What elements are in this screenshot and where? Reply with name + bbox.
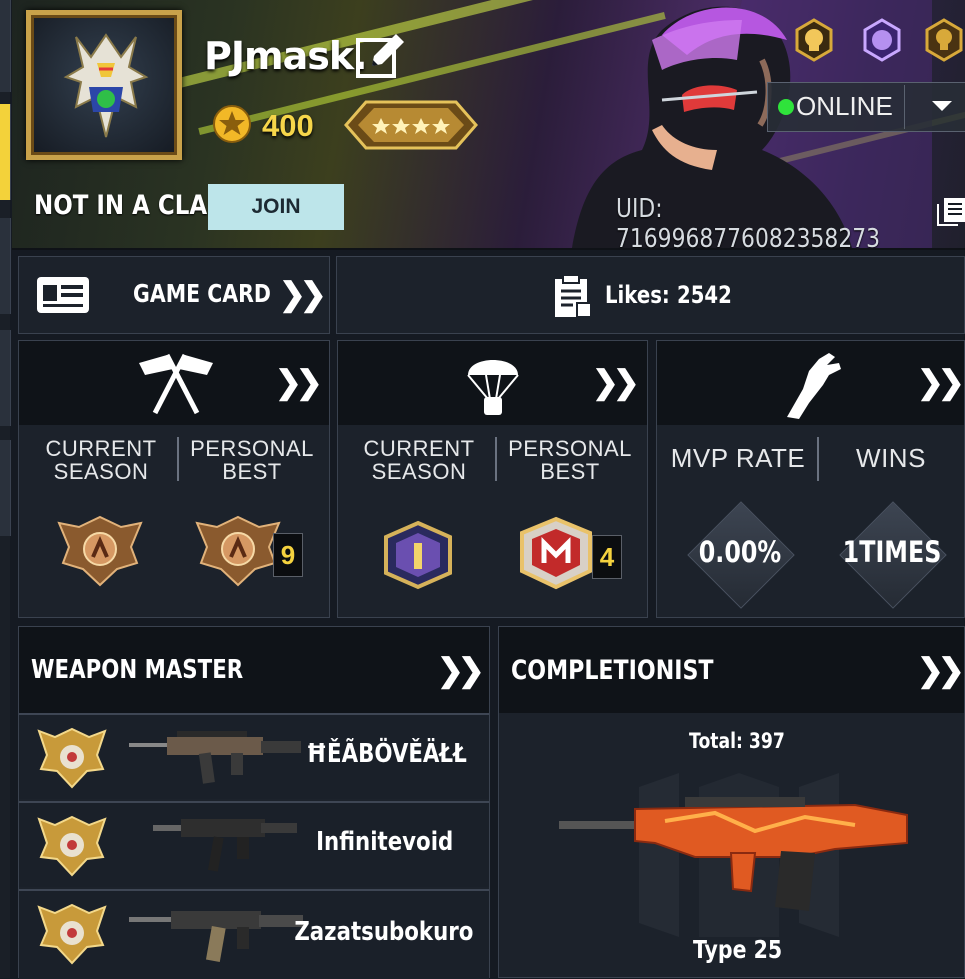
completionist-title: COMPLETIONIST (511, 655, 714, 686)
join-clan-button[interactable]: JOIN (208, 184, 344, 230)
best-rank-count: 4 (592, 535, 622, 579)
chevron-down-icon (932, 101, 952, 111)
mastery-badge-icon (37, 727, 107, 789)
wins-value: 1TIMES (842, 535, 942, 569)
best-rank-count: 9 (273, 533, 303, 577)
status-dropdown[interactable]: ONLINE (767, 82, 965, 132)
profile-header: PJmask. 400 NOT IN A CLAN JOIN UID: 7169… (12, 0, 965, 250)
battle-royale-rank-panel[interactable]: ❯❯ CURRENT SEASON PERSONAL BEST 4 (337, 340, 648, 618)
wins-label: WINS (856, 443, 926, 473)
weapon-master-player: Infinitevoid (315, 827, 453, 857)
list-item[interactable]: Zazatsubokuro (19, 889, 489, 979)
list-item[interactable]: Infinitevoid (19, 801, 489, 887)
weapon-master-title: WEAPON MASTER (31, 655, 244, 685)
chevron-right-icon: ❯❯ (917, 652, 965, 688)
crossed-flags-icon (139, 353, 213, 415)
points-value: 400 (262, 108, 314, 143)
clipboard-icon (555, 274, 592, 318)
weapon-mp5-icon (153, 819, 297, 872)
side-tab-4[interactable] (0, 330, 11, 426)
br-rank-emblem-icon (520, 516, 592, 590)
personal-best-label: PERSONAL BEST (190, 436, 314, 484)
personal-best-label: PERSONAL BEST (508, 436, 632, 484)
divider (904, 85, 905, 129)
panel-header: ❯❯ (657, 341, 965, 425)
multiplayer-rank-panel[interactable]: ❯❯ CURRENT SEASON PERSONAL BEST 9 (18, 340, 330, 618)
chevron-right-icon: ❯❯ (437, 652, 485, 688)
panel-header: WEAPON MASTER ❯❯ (19, 627, 489, 713)
combat-record-panel[interactable]: ❯❯ MVP RATE WINS 0.00% 1TIMES (656, 340, 965, 618)
weapon-ar-icon (129, 911, 303, 962)
skull-badge-icon[interactable] (924, 18, 964, 62)
mvp-rate-value: 0.00% (698, 535, 782, 569)
game-card-label: GAME CARD (133, 279, 271, 308)
player-uid: UID: 7169968776082358273 (616, 194, 881, 250)
game-card-button[interactable]: GAME CARD ❯❯ (18, 256, 330, 334)
cod-points-icon (213, 105, 251, 143)
panel-header: ❯❯ (19, 341, 329, 425)
side-tab-active[interactable] (0, 104, 11, 200)
completionist-weapon-name: Type 25 (693, 935, 783, 964)
level-stars-badge (344, 100, 478, 150)
likes-panel[interactable]: Likes: 2542 (336, 256, 965, 334)
rank-emblem-icon (195, 515, 281, 587)
mvp-rate-label: MVP RATE (670, 443, 806, 473)
chevron-right-icon: ❯❯ (279, 276, 327, 312)
divider (177, 437, 179, 481)
side-tab-1[interactable] (0, 0, 11, 92)
side-tab-5[interactable] (0, 440, 11, 536)
current-season-label: CURRENT SEASON (363, 436, 475, 484)
chevron-right-icon: ❯❯ (275, 364, 323, 400)
online-indicator-icon (778, 99, 794, 115)
gold-skull-badge-icon[interactable] (794, 18, 834, 62)
panel-header: ❯❯ (338, 341, 647, 425)
side-tab-3[interactable] (0, 218, 11, 314)
clan-status: NOT IN A CLAN (34, 190, 227, 221)
avatar-frame[interactable] (26, 10, 182, 160)
weapon-smg-icon (129, 731, 301, 784)
weapon-type25-icon (559, 797, 908, 911)
current-season-label: CURRENT SEASON (45, 436, 157, 484)
rank-emblem-icon (57, 515, 143, 587)
weapon-master-player: ĦĚÃBÖVĚÄŁŁ (306, 739, 467, 769)
edit-name-icon[interactable] (354, 32, 404, 80)
status-label: ONLINE (796, 91, 893, 121)
completionist-total: Total: 397 (689, 729, 785, 753)
copy-uid-icon[interactable] (934, 196, 965, 226)
weapon-master-panel[interactable]: WEAPON MASTER ❯❯ ĦĚÃBÖVĚÄŁŁ Infinitevoid… (18, 626, 490, 979)
likes-label: Likes: (605, 281, 670, 309)
mastery-badge-icon (37, 903, 107, 965)
divider (817, 437, 819, 481)
likes-count: 2542 (677, 281, 732, 309)
mastery-badge-icon (37, 815, 107, 877)
parachute-icon (467, 360, 519, 415)
chevron-right-icon: ❯❯ (917, 364, 965, 400)
id-card-icon (37, 277, 89, 313)
completionist-panel[interactable]: COMPLETIONIST ❯❯ Total: 397 Type 25 (498, 626, 965, 978)
avatar (63, 33, 149, 138)
br-rank-emblem-icon (384, 520, 452, 590)
hand-icon (787, 353, 841, 419)
list-item[interactable]: ĦĚÃBÖVĚÄŁŁ (19, 713, 489, 799)
player-name: PJmask. (204, 34, 368, 78)
chevron-right-icon: ❯❯ (592, 364, 640, 400)
panel-header: COMPLETIONIST ❯❯ (499, 627, 965, 713)
divider (495, 437, 497, 481)
weapon-master-player: Zazatsubokuro (293, 917, 473, 947)
purple-emblem-badge-icon[interactable] (862, 18, 902, 62)
